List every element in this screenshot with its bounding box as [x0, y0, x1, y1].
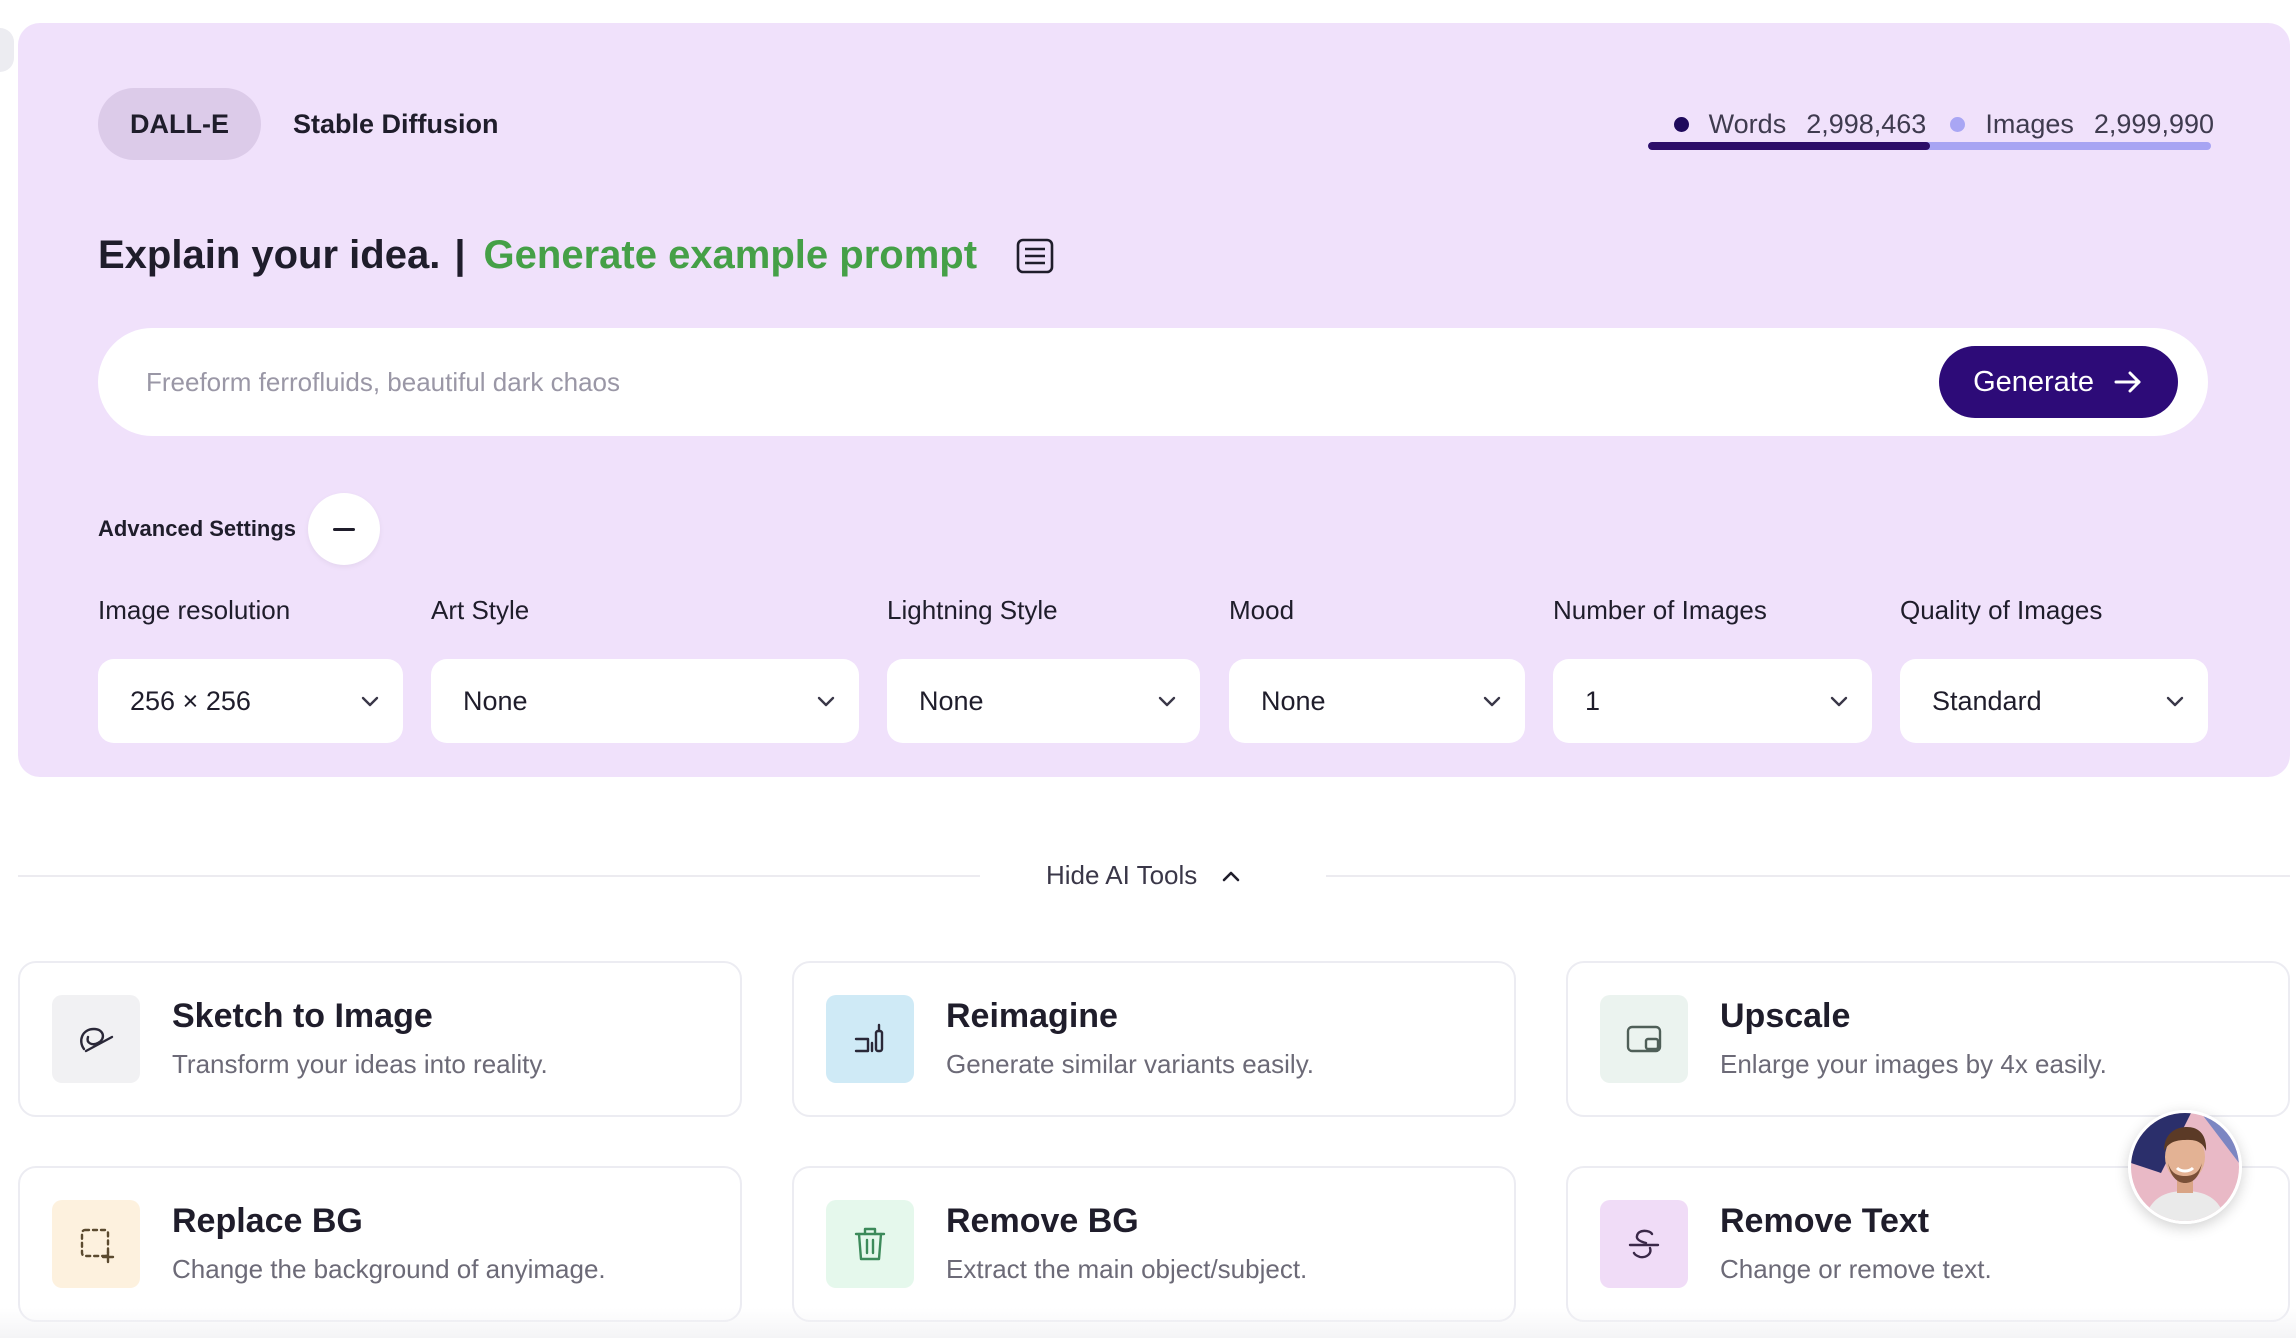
chevron-down-icon: [1156, 690, 1178, 712]
trash-icon: [826, 1200, 914, 1288]
tab-dall-e[interactable]: DALL-E: [98, 88, 261, 160]
chevron-down-icon: [1481, 690, 1503, 712]
select-value: None: [919, 685, 984, 716]
resize-icon: [1600, 995, 1688, 1083]
tool-title: Remove Text: [1720, 1202, 1930, 1240]
words-value: 2,998,463: [1806, 109, 1927, 139]
prompt-bar: Generate: [98, 328, 2208, 436]
tool-description: Change the background of anyimage.: [172, 1254, 606, 1284]
tool-description: Extract the main object/subject.: [946, 1254, 1308, 1284]
page-title: Explain your idea.: [98, 233, 441, 277]
setting-art-style: Art Style None: [431, 595, 859, 743]
tab-stable-diffusion[interactable]: Stable Diffusion: [261, 88, 531, 160]
words-label: Words: [1708, 109, 1787, 139]
prompt-input[interactable]: [146, 328, 1946, 436]
mood-select[interactable]: None: [1229, 659, 1525, 743]
select-value: 1: [1585, 685, 1601, 716]
images-label: Images: [1985, 109, 2074, 139]
advanced-settings-label: Advanced Settings: [98, 516, 297, 541]
document-lines-icon[interactable]: [1015, 236, 1055, 276]
hide-ai-tools-label: Hide AI Tools: [1046, 860, 1198, 890]
tool-card-remove-bg[interactable]: Remove BG Extract the main object/subjec…: [792, 1166, 1516, 1322]
selection-add-icon: [52, 1200, 140, 1288]
quality-of-images-select[interactable]: Standard: [1900, 659, 2208, 743]
headline-separator: |: [454, 233, 466, 277]
bottom-fade: [0, 1308, 2296, 1338]
setting-lightning-style: Lightning Style None: [887, 595, 1200, 743]
chevron-down-icon: [1828, 690, 1850, 712]
strikethrough-icon: [1600, 1200, 1688, 1288]
usage-bar-words-fill: [1648, 142, 1930, 150]
setting-number-of-images: Number of Images 1: [1553, 595, 1872, 743]
setting-label: Art Style: [431, 595, 530, 625]
usage-summary: Words 2,998,463 Images 2,999,990: [1673, 109, 2214, 140]
select-value: 256 × 256: [130, 685, 251, 716]
tool-description: Transform your ideas into reality.: [172, 1049, 548, 1079]
advanced-settings: Advanced Settings: [98, 493, 381, 565]
divider-right: [1326, 875, 2290, 877]
art-style-select[interactable]: None: [431, 659, 859, 743]
edge-handle: [0, 28, 14, 72]
generate-button-label: Generate: [1973, 365, 2094, 398]
tool-description: Enlarge your images by 4x easily.: [1720, 1049, 2107, 1079]
tool-card-reimagine[interactable]: Reimagine Generate similar variants easi…: [792, 961, 1516, 1117]
tool-description: Change or remove text.: [1720, 1254, 1992, 1284]
tool-card-replace-bg[interactable]: Replace BG Change the background of anyi…: [18, 1166, 742, 1322]
chevron-up-icon: [1219, 864, 1243, 888]
select-value: Standard: [1932, 685, 2042, 716]
page-headline: Explain your idea. | Generate example pr…: [98, 233, 1055, 278]
setting-image-resolution: Image resolution 256 × 256: [98, 595, 403, 743]
divider-left: [18, 875, 980, 877]
setting-label: Image resolution: [98, 595, 291, 625]
select-value: None: [1261, 685, 1326, 716]
generate-example-prompt-link[interactable]: Generate example prompt: [484, 233, 978, 278]
sketch-icon: [52, 995, 140, 1083]
tool-title: Upscale: [1720, 997, 1851, 1035]
usage-bar: [1648, 142, 2211, 150]
images-legend-dot: [1950, 117, 1966, 132]
chevron-down-icon: [2164, 690, 2186, 712]
tool-title: Replace BG: [172, 1202, 363, 1240]
tool-title: Reimagine: [946, 997, 1118, 1035]
words-legend-dot: [1673, 117, 1689, 132]
image-resolution-select[interactable]: 256 × 256: [98, 659, 403, 743]
model-tabs: DALL-E Stable Diffusion: [98, 88, 531, 160]
setting-label: Lightning Style: [887, 595, 1058, 625]
generator-panel: DALL-E Stable Diffusion Words 2,998,463 …: [18, 23, 2290, 777]
chevron-down-icon: [815, 690, 837, 712]
tool-title: Remove BG: [946, 1202, 1139, 1240]
hide-ai-tools-toggle[interactable]: Hide AI Tools: [1046, 860, 1243, 891]
tool-description: Generate similar variants easily.: [946, 1049, 1314, 1079]
images-value: 2,999,990: [2093, 109, 2214, 139]
setting-mood: Mood None: [1229, 595, 1525, 743]
advanced-settings-toggle[interactable]: [308, 493, 381, 565]
brush-icon: [826, 995, 914, 1083]
support-avatar[interactable]: [2128, 1110, 2242, 1224]
setting-label: Number of Images: [1553, 595, 1767, 625]
setting-label: Mood: [1229, 595, 1295, 625]
number-of-images-select[interactable]: 1: [1553, 659, 1872, 743]
tool-card-sketch-to-image[interactable]: Sketch to Image Transform your ideas int…: [18, 961, 742, 1117]
lightning-style-select[interactable]: None: [887, 659, 1200, 743]
setting-quality-of-images: Quality of Images Standard: [1900, 595, 2208, 743]
tool-card-upscale[interactable]: Upscale Enlarge your images by 4x easily…: [1566, 961, 2290, 1117]
minus-icon: [333, 527, 356, 531]
arrow-right-icon: [2112, 366, 2144, 398]
select-value: None: [463, 685, 528, 716]
generate-button[interactable]: Generate: [1939, 346, 2178, 418]
tool-title: Sketch to Image: [172, 997, 433, 1035]
chevron-down-icon: [359, 690, 381, 712]
setting-label: Quality of Images: [1900, 595, 2103, 625]
